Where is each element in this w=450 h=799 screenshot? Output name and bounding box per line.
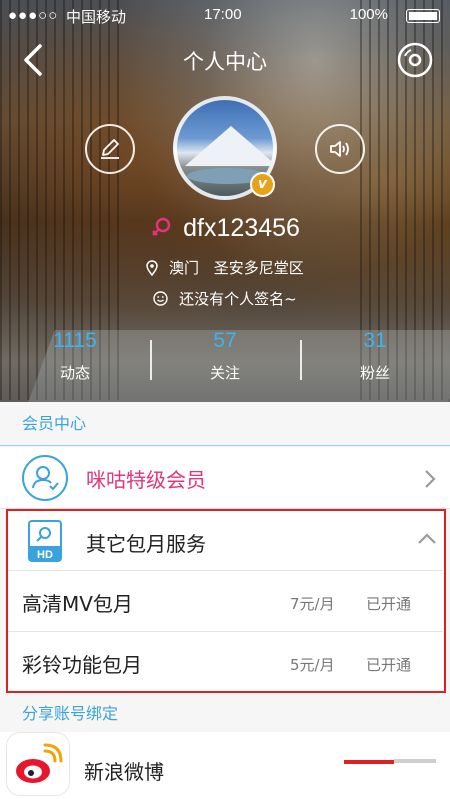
profile-stats: 1115 动态 57 关注 31 粉丝	[0, 326, 450, 388]
subscription-price: 7元/月	[290, 595, 335, 613]
chevron-right-icon	[425, 470, 436, 488]
signature-text: 还没有个人签名~	[179, 290, 297, 308]
hd-icon: HD	[28, 520, 62, 562]
weibo-label: 新浪微博	[84, 760, 164, 784]
hd-icon-text: HD	[37, 549, 53, 561]
subscription-ringtone[interactable]: 彩铃功能包月 5元/月 已开通	[8, 632, 443, 693]
page-title: 个人中心	[183, 50, 267, 74]
vip-membership-row[interactable]: 咪咕特级会员	[0, 447, 450, 509]
vip-user-icon	[22, 455, 68, 501]
carrier-name: 中国移动	[66, 9, 127, 26]
stat-followers[interactable]: 31 粉丝	[300, 326, 450, 388]
username-row: dfx123456	[0, 214, 450, 243]
speaker-icon	[330, 141, 349, 157]
location-pin-icon	[146, 259, 158, 276]
vip-badge: v	[250, 172, 275, 197]
subscription-name: 彩铃功能包月	[22, 653, 142, 677]
username: dfx123456	[183, 214, 300, 242]
location: 澳门 圣安多尼堂区	[0, 257, 450, 278]
member-center-header: 会员中心	[0, 402, 450, 446]
location-city: 澳门	[168, 259, 199, 277]
music-disc-button[interactable]	[397, 42, 433, 78]
voice-intro-button[interactable]	[315, 124, 365, 174]
female-gender-icon	[152, 217, 171, 236]
subscription-hd-mv[interactable]: 高清MV包月 7元/月 已开通	[8, 571, 443, 632]
subscription-name: 高清MV包月	[22, 592, 133, 616]
battery-icon	[406, 9, 440, 23]
weibo-binding-row[interactable]: 新浪微博	[0, 732, 450, 799]
stat-label: 粉丝	[359, 364, 390, 382]
stat-value: 31	[363, 329, 387, 352]
signature[interactable]: 还没有个人签名~	[0, 288, 450, 309]
subscription-price: 5元/月	[290, 656, 335, 674]
battery-percent: 100%	[349, 6, 388, 23]
weibo-icon	[6, 732, 70, 796]
share-binding-header: 分享账号绑定	[0, 696, 450, 732]
location-district: 圣安多尼堂区	[213, 259, 304, 277]
subscription-status: 已开通	[366, 656, 412, 674]
smiley-icon	[153, 291, 169, 306]
signal-indicator: ●●●○○	[8, 7, 59, 24]
other-monthly-services-row[interactable]: HD 其它包月服务	[8, 511, 443, 571]
member-content: 会员中心 咪咕特级会员 HD 其它包月服务 高清MV包月 7元/月 已开通 彩铃…	[0, 402, 450, 799]
subscription-status: 已开通	[366, 595, 412, 613]
weibo-bind-toggle[interactable]	[344, 750, 436, 780]
chevron-up-icon	[418, 533, 436, 544]
stat-following[interactable]: 57 关注	[150, 326, 300, 388]
nav-bar: 个人中心	[0, 30, 450, 90]
edit-profile-button[interactable]	[85, 124, 135, 174]
other-monthly-services-label: 其它包月服务	[86, 532, 206, 556]
disc-icon	[397, 42, 433, 78]
stat-posts[interactable]: 1115 动态	[0, 326, 150, 388]
status-time: 17:00	[204, 6, 242, 23]
stat-label: 关注	[209, 364, 240, 382]
other-subscriptions-highlight: HD 其它包月服务 高清MV包月 7元/月 已开通 彩铃功能包月 5元/月 已开…	[6, 509, 446, 693]
stat-label: 动态	[59, 364, 90, 382]
vip-membership-label: 咪咕特级会员	[86, 468, 206, 492]
pencil-icon	[101, 139, 119, 159]
stat-value: 57	[213, 329, 237, 352]
status-bar: ●●●○○ 中国移动 17:00 100%	[0, 0, 450, 30]
stat-value: 1115	[53, 329, 97, 352]
